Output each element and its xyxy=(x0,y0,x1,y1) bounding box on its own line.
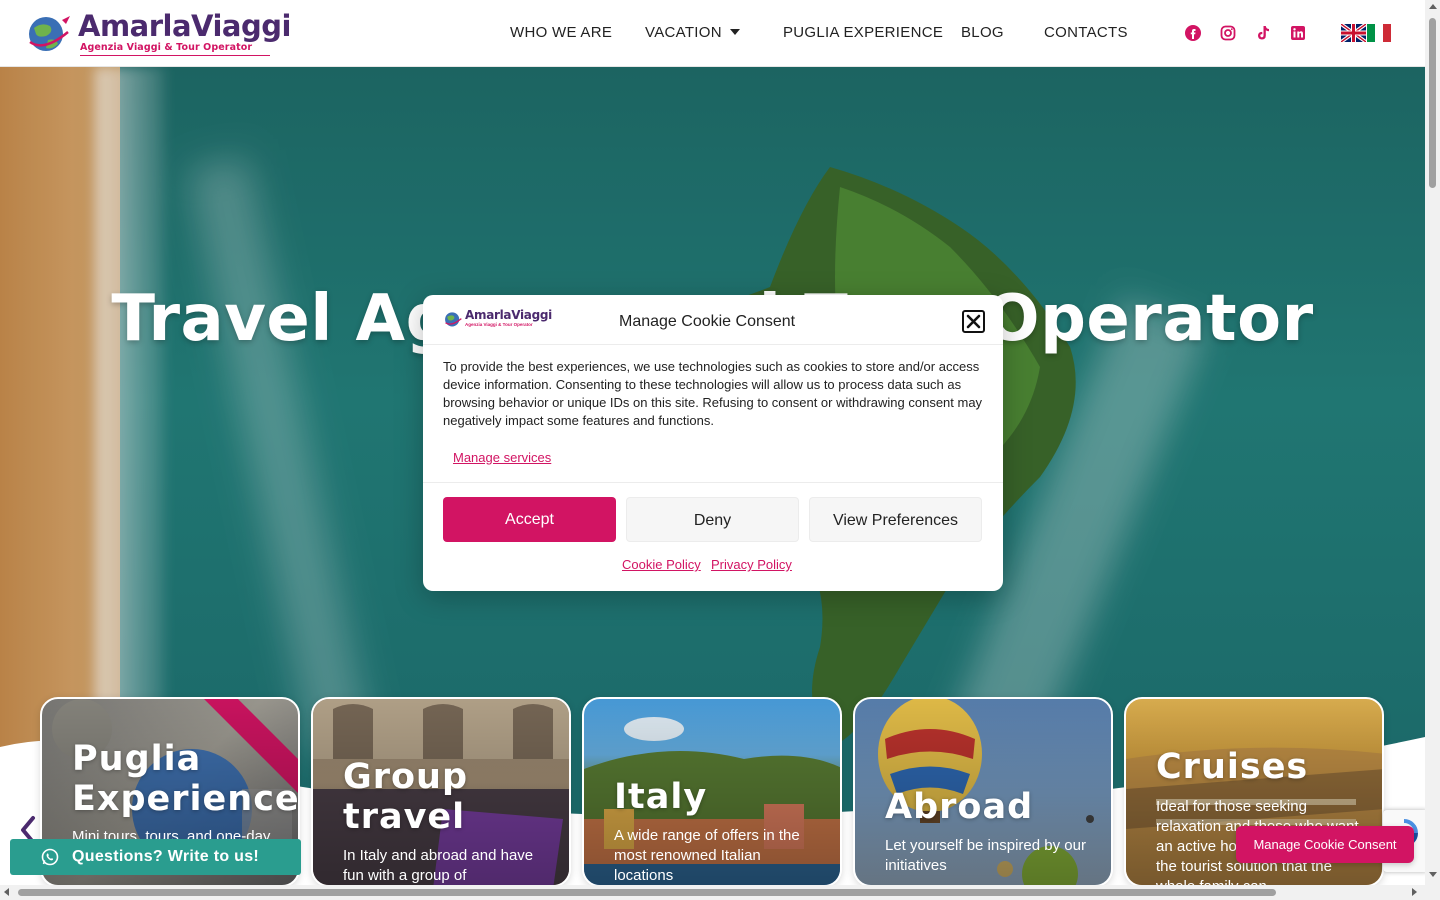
tiktok-icon[interactable] xyxy=(1255,25,1271,41)
deny-button[interactable]: Deny xyxy=(626,497,799,542)
scroll-right-icon[interactable] xyxy=(1412,888,1417,896)
dialog-logo: AmarlaViaggi Agenzia Viaggi & Tour Opera… xyxy=(443,308,553,330)
logo-underline xyxy=(80,55,270,56)
manage-services-link[interactable]: Manage services xyxy=(453,450,551,465)
nav-who-we-are[interactable]: WHO WE ARE xyxy=(510,24,612,41)
view-preferences-button[interactable]: View Preferences xyxy=(809,497,982,542)
globe-icon xyxy=(445,312,462,327)
card-title: Group travel xyxy=(343,757,469,837)
nav-contacts[interactable]: CONTACTS xyxy=(1044,24,1128,41)
card-description: A wide range of offers in the most renow… xyxy=(614,827,800,884)
flag-english-icon[interactable] xyxy=(1341,24,1366,42)
caret-down-icon xyxy=(729,29,740,35)
horizontal-scrollbar[interactable] xyxy=(0,885,1425,900)
nav-vacation-label: VACATION xyxy=(645,24,722,41)
facebook-icon[interactable] xyxy=(1185,25,1201,41)
linkedin-icon[interactable] xyxy=(1290,25,1306,41)
scroll-down-icon[interactable] xyxy=(1429,872,1437,877)
instagram-icon[interactable] xyxy=(1220,25,1236,41)
whatsapp-button-label: Questions? Write to us! xyxy=(72,848,260,865)
card-description: Let yourself be inspired by our initiati… xyxy=(885,837,1086,874)
card-group-travel[interactable]: Group travel In Italy and abroad and hav… xyxy=(311,697,571,887)
dialog-body-text: To provide the best experiences, we use … xyxy=(443,359,983,428)
dialog-divider xyxy=(423,482,1003,483)
manage-cookie-consent-button[interactable]: Manage Cookie Consent xyxy=(1236,826,1414,863)
nav-puglia-experience[interactable]: PUGLIA EXPERIENCE xyxy=(783,24,943,41)
card-title: Abroad xyxy=(885,787,1034,827)
close-dialog-button[interactable] xyxy=(962,310,985,333)
card-abroad[interactable]: Abroad Let yourself be inspired by our i… xyxy=(853,697,1113,887)
site-logo[interactable]: AmarlaViaggi Agenzia Viaggi & Tour Opera… xyxy=(24,9,291,58)
nav-vacation[interactable]: VACATION xyxy=(645,24,740,41)
logo-name: AmarlaViaggi xyxy=(78,9,291,43)
cookie-consent-dialog: AmarlaViaggi Agenzia Viaggi & Tour Opera… xyxy=(423,295,1003,591)
dialog-logo-tagline: Agenzia Viaggi & Tour Operator xyxy=(465,322,533,327)
card-title: Italy xyxy=(614,777,708,817)
whatsapp-chat-button[interactable]: Questions? Write to us! xyxy=(10,839,301,875)
logo-tagline: Agenzia Viaggi & Tour Operator xyxy=(80,42,253,53)
card-description: In Italy and abroad and have fun with a … xyxy=(343,847,534,884)
flag-italian-icon[interactable] xyxy=(1367,24,1391,42)
nav-blog[interactable]: BLOG xyxy=(961,24,1004,41)
dialog-logo-name: AmarlaViaggi xyxy=(465,308,552,322)
close-icon xyxy=(966,314,981,329)
dialog-divider xyxy=(423,344,1003,345)
vertical-scrollbar-thumb[interactable] xyxy=(1429,18,1436,188)
cookie-policy-link[interactable]: Cookie Policy xyxy=(622,557,701,572)
horizontal-scrollbar-thumb[interactable] xyxy=(18,889,1276,896)
whatsapp-icon xyxy=(41,848,59,866)
globe-icon xyxy=(29,16,70,51)
card-title: Puglia Experience xyxy=(72,739,300,819)
scroll-up-icon[interactable] xyxy=(1429,4,1437,9)
site-header: AmarlaViaggi Agenzia Viaggi & Tour Opera… xyxy=(0,0,1425,67)
dialog-title: Manage Cookie Consent xyxy=(619,313,796,330)
card-italy[interactable]: Italy A wide range of offers in the most… xyxy=(582,697,842,887)
scroll-left-icon[interactable] xyxy=(4,888,9,896)
privacy-policy-link[interactable]: Privacy Policy xyxy=(711,557,792,572)
vertical-scrollbar[interactable] xyxy=(1425,0,1440,900)
card-title: Cruises xyxy=(1156,747,1309,787)
accept-button[interactable]: Accept xyxy=(443,497,616,542)
